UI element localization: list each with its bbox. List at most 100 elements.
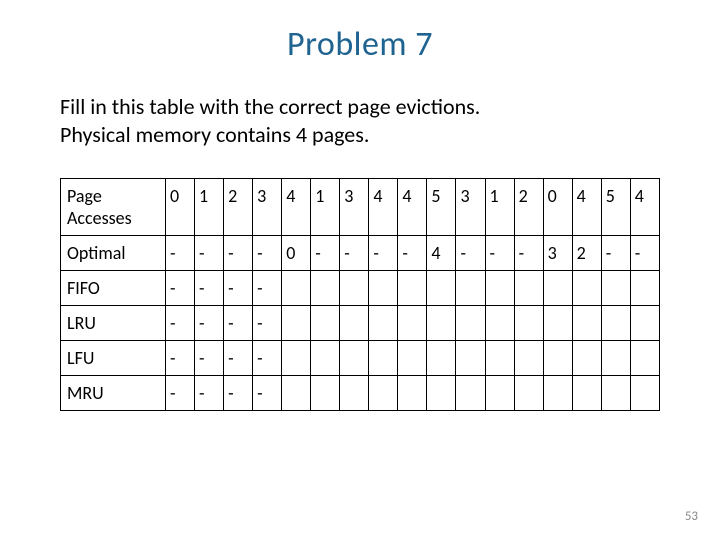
cell [340,271,369,306]
cell: - [224,306,253,341]
cell [514,376,543,411]
cell [282,306,311,341]
instructions: Fill in this table with the correct page… [60,93,660,148]
slide: Problem 7 Fill in this table with the co… [0,0,720,540]
cell: - [195,306,224,341]
cell: - [340,236,369,271]
table-row: MRU---- [61,376,660,411]
cell [311,376,340,411]
cell [456,271,485,306]
cell: - [195,376,224,411]
cell [456,376,485,411]
cell [514,306,543,341]
cell [514,341,543,376]
row-label: Optimal [61,236,166,271]
col-header: 0 [166,179,195,236]
cell [485,271,514,306]
cell [340,341,369,376]
cell [398,341,427,376]
cell [630,341,659,376]
cell: - [514,236,543,271]
cell [572,271,601,306]
page-title: Problem 7 [60,24,660,65]
cell [427,341,456,376]
cell: - [369,236,398,271]
col-header: 0 [543,179,572,236]
col-header: 4 [398,179,427,236]
cell [543,376,572,411]
col-header: 1 [195,179,224,236]
col-header: 4 [369,179,398,236]
col-header: 5 [427,179,456,236]
cell: - [166,306,195,341]
col-header: 3 [253,179,282,236]
cell [311,341,340,376]
instructions-line-2: Physical memory contains 4 pages. [60,121,660,149]
cell: 0 [282,236,311,271]
cell: - [224,271,253,306]
cell [543,271,572,306]
cell: 4 [427,236,456,271]
cell [601,271,630,306]
col-header: 5 [601,179,630,236]
col-header: 2 [224,179,253,236]
cell [601,306,630,341]
cell [340,306,369,341]
cell [282,376,311,411]
cell [311,271,340,306]
cell [543,341,572,376]
cell [572,341,601,376]
table-row: FIFO---- [61,271,660,306]
col-header: 4 [572,179,601,236]
cell [427,271,456,306]
col-header: 4 [630,179,659,236]
cell: - [166,341,195,376]
cell [369,306,398,341]
cell: - [456,236,485,271]
instructions-line-1: Fill in this table with the correct page… [60,93,660,121]
cell: - [224,376,253,411]
cell [369,341,398,376]
cell: - [311,236,340,271]
cell [340,376,369,411]
col-header: 4 [282,179,311,236]
table-row: LFU---- [61,341,660,376]
cell: - [253,236,282,271]
cell [485,341,514,376]
evictions-table: Page Accesses 01234134453120454 Optimal-… [60,178,660,411]
cell: - [630,236,659,271]
cell [398,271,427,306]
cell: 3 [543,236,572,271]
cell [456,306,485,341]
cell [398,376,427,411]
table-body: Optimal----0----4---32--FIFO----LRU----L… [61,236,660,411]
page-number: 53 [685,509,698,524]
cell [630,271,659,306]
cell [311,306,340,341]
cell: - [253,306,282,341]
cell: - [195,271,224,306]
cell: - [224,341,253,376]
cell [630,376,659,411]
cell [572,376,601,411]
row-label: LRU [61,306,166,341]
row-label: MRU [61,376,166,411]
cell: 2 [572,236,601,271]
cell: - [166,236,195,271]
cell [398,306,427,341]
cell [369,271,398,306]
cell [630,306,659,341]
cell: - [601,236,630,271]
cell [601,341,630,376]
cell [456,341,485,376]
cell: - [253,341,282,376]
cell [601,376,630,411]
cell [427,376,456,411]
cell [427,306,456,341]
col-header: 1 [311,179,340,236]
cell [514,271,543,306]
table-row: LRU---- [61,306,660,341]
cell [485,306,514,341]
col-header: 3 [340,179,369,236]
cell [369,376,398,411]
